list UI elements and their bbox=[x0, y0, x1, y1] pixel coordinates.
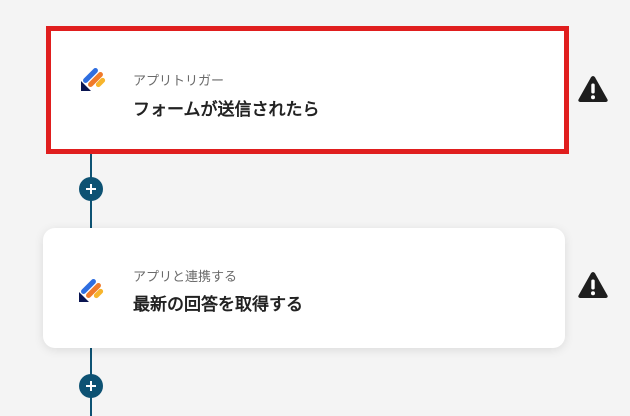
add-step-button[interactable] bbox=[79, 374, 103, 398]
add-step-button[interactable] bbox=[79, 177, 103, 201]
step-type-label: アプリと連携する bbox=[133, 270, 238, 285]
step-type-label: アプリトリガー bbox=[133, 74, 225, 89]
warning-icon bbox=[578, 272, 608, 298]
action-step-card[interactable]: アプリと連携する 最新の回答を取得する bbox=[43, 228, 565, 348]
step-title: 最新の回答を取得する bbox=[133, 295, 303, 315]
plus-icon bbox=[86, 184, 96, 194]
jotform-app-icon bbox=[79, 279, 104, 302]
jotform-app-icon bbox=[81, 68, 106, 91]
trigger-step-card[interactable]: アプリトリガー フォームが送信されたら bbox=[46, 26, 569, 154]
plus-icon bbox=[86, 381, 96, 391]
step-title: フォームが送信されたら bbox=[133, 100, 320, 120]
warning-icon bbox=[578, 76, 608, 102]
